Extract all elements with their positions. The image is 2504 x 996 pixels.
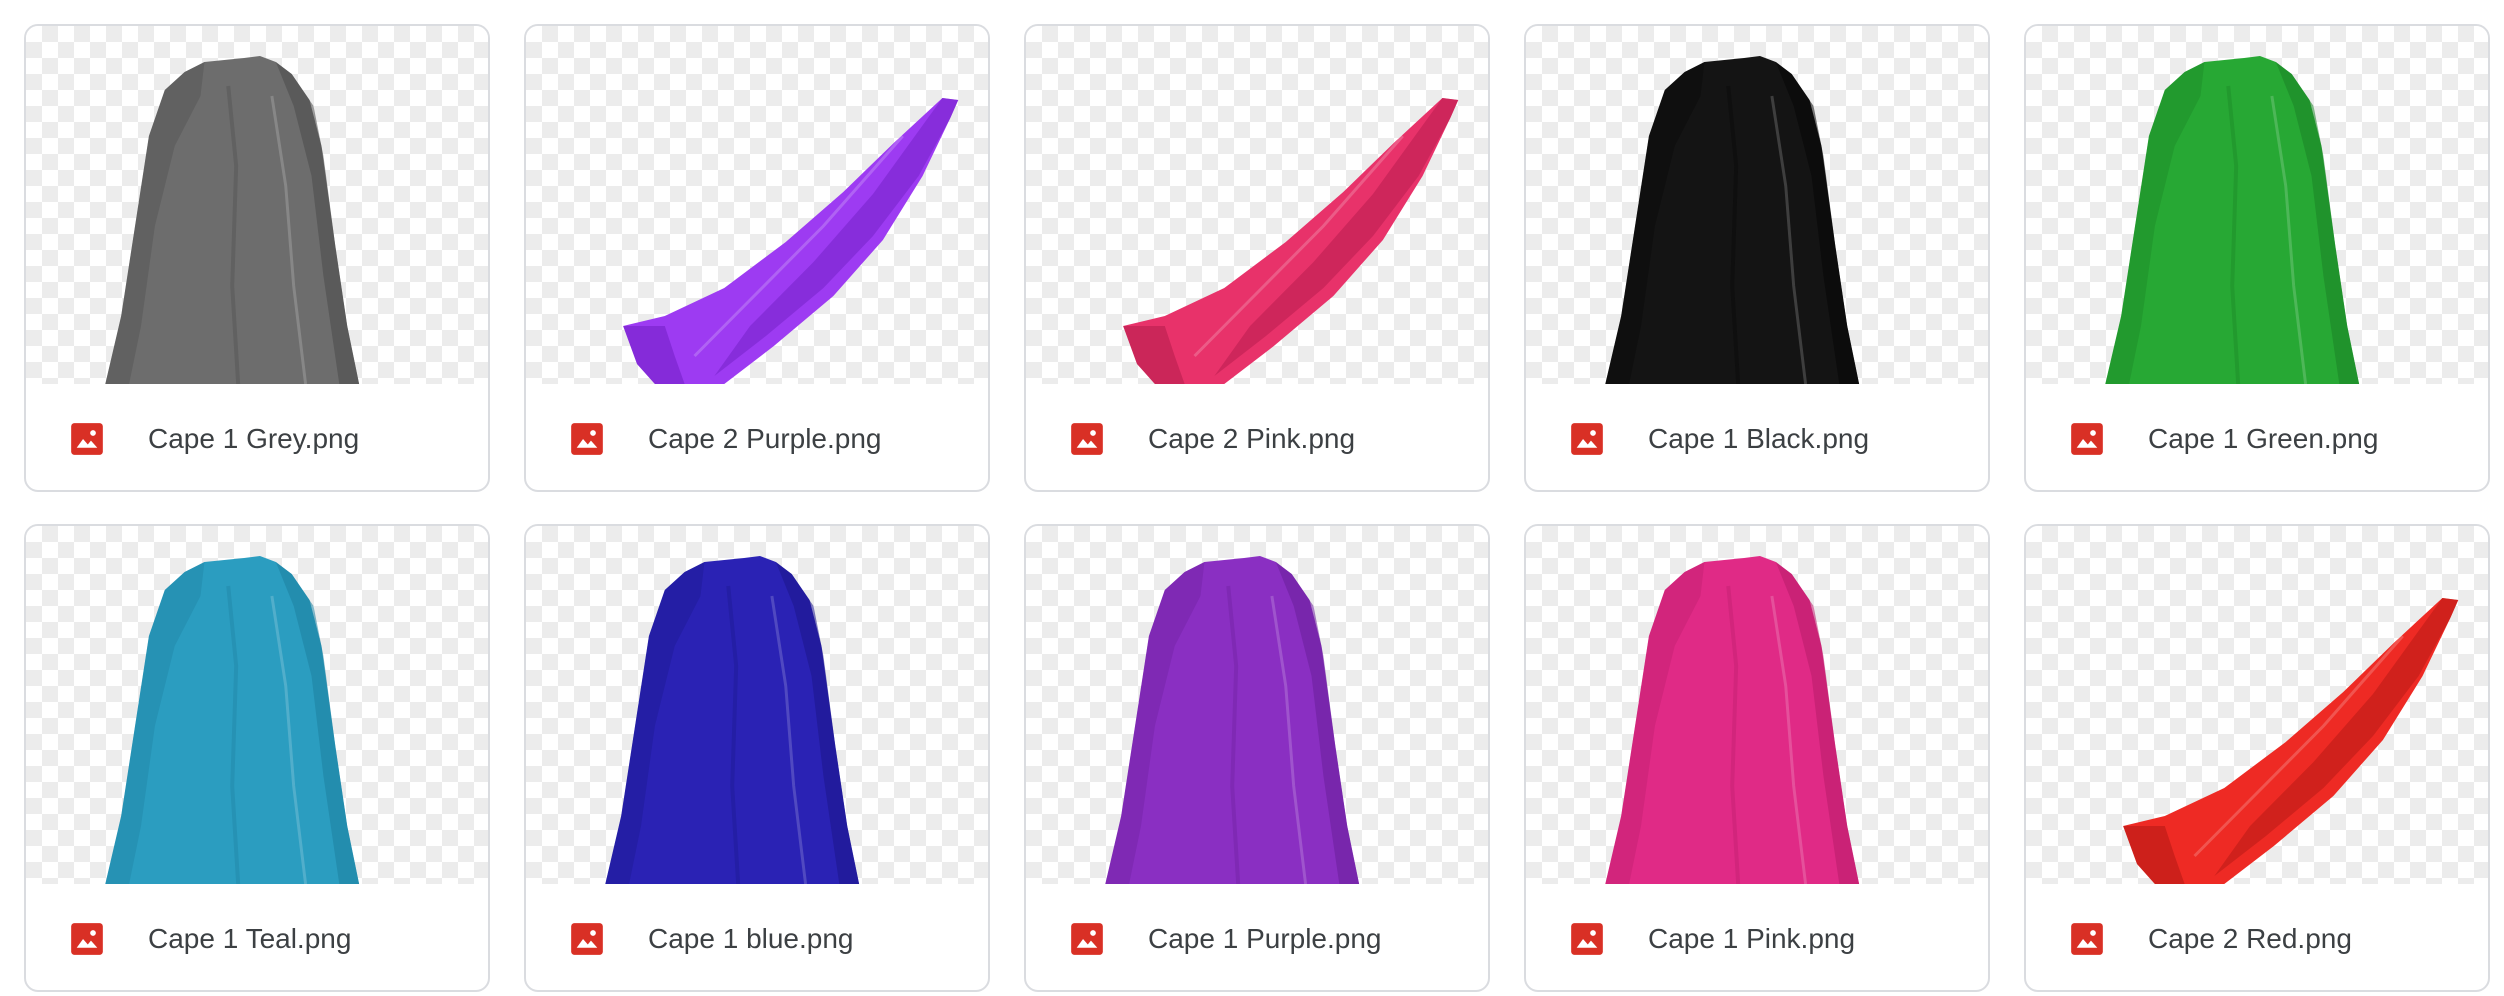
image-file-icon (568, 420, 606, 458)
image-file-icon (568, 920, 606, 958)
file-card[interactable]: Cape 1 Green.png (2024, 24, 2490, 492)
file-name: Cape 2 Red.png (2148, 923, 2352, 954)
cape-preview-image (1123, 98, 1459, 384)
file-name: Cape 1 blue.png (648, 923, 854, 954)
file-thumbnail[interactable] (1526, 526, 1988, 884)
file-card[interactable]: Cape 2 Pink.png (1024, 24, 1490, 492)
file-caption[interactable]: Cape 2 Pink.png (1026, 384, 1488, 490)
cape-preview-image (1105, 556, 1360, 884)
file-card[interactable]: Cape 2 Red.png (2024, 524, 2490, 992)
cape-preview-image (1605, 556, 1860, 884)
file-card[interactable]: Cape 1 blue.png (524, 524, 990, 992)
file-name: Cape 1 Purple.png (1148, 923, 1382, 954)
file-card[interactable]: Cape 1 Black.png (1524, 24, 1990, 492)
cape-preview-image (105, 556, 360, 884)
file-caption[interactable]: Cape 1 Purple.png (1026, 884, 1488, 990)
file-name: Cape 1 Pink.png (1648, 923, 1856, 954)
image-file-icon (1068, 420, 1106, 458)
file-thumbnail[interactable] (26, 26, 488, 384)
file-thumbnail[interactable] (526, 526, 988, 884)
file-caption[interactable]: Cape 1 Teal.png (26, 884, 488, 990)
image-file-icon (68, 920, 106, 958)
file-caption[interactable]: Cape 1 Pink.png (1526, 884, 1988, 990)
cape-preview-image (105, 56, 360, 384)
image-file-icon (2068, 420, 2106, 458)
file-name: Cape 1 Teal.png (148, 923, 352, 954)
image-file-icon (68, 420, 106, 458)
image-file-icon (2068, 920, 2106, 958)
file-thumbnail[interactable] (1526, 26, 1988, 384)
file-caption[interactable]: Cape 2 Purple.png (526, 384, 988, 490)
file-name: Cape 2 Pink.png (1148, 423, 1356, 454)
file-caption[interactable]: Cape 2 Red.png (2026, 884, 2488, 990)
file-caption[interactable]: Cape 1 Green.png (2026, 384, 2488, 490)
cape-preview-image (605, 556, 860, 884)
file-name: Cape 1 Grey.png (148, 423, 360, 454)
file-caption[interactable]: Cape 1 Black.png (1526, 384, 1988, 490)
file-card[interactable]: Cape 1 Teal.png (24, 524, 490, 992)
file-thumbnail[interactable] (1026, 526, 1488, 884)
file-name: Cape 1 Green.png (2148, 423, 2379, 454)
file-caption[interactable]: Cape 1 Grey.png (26, 384, 488, 490)
file-card[interactable]: Cape 2 Purple.png (524, 24, 990, 492)
file-name: Cape 1 Black.png (1648, 423, 1870, 454)
cape-preview-image (1605, 56, 1860, 384)
image-file-icon (1568, 420, 1606, 458)
file-card[interactable]: Cape 1 Pink.png (1524, 524, 1990, 992)
image-file-icon (1568, 920, 1606, 958)
file-thumbnail[interactable] (2026, 26, 2488, 384)
file-card[interactable]: Cape 1 Purple.png (1024, 524, 1490, 992)
file-name: Cape 2 Purple.png (648, 423, 882, 454)
file-thumbnail[interactable] (2026, 526, 2488, 884)
cape-preview-image (623, 98, 959, 384)
file-grid: Cape 1 Grey.png Cape 2 Purple.png Cape 2… (24, 24, 2494, 996)
file-caption[interactable]: Cape 1 blue.png (526, 884, 988, 990)
file-thumbnail[interactable] (1026, 26, 1488, 384)
file-thumbnail[interactable] (526, 26, 988, 384)
file-card[interactable]: Cape 1 Grey.png (24, 24, 490, 492)
image-file-icon (1068, 920, 1106, 958)
cape-preview-image (2105, 56, 2360, 384)
file-thumbnail[interactable] (26, 526, 488, 884)
cape-preview-image (2123, 598, 2459, 884)
